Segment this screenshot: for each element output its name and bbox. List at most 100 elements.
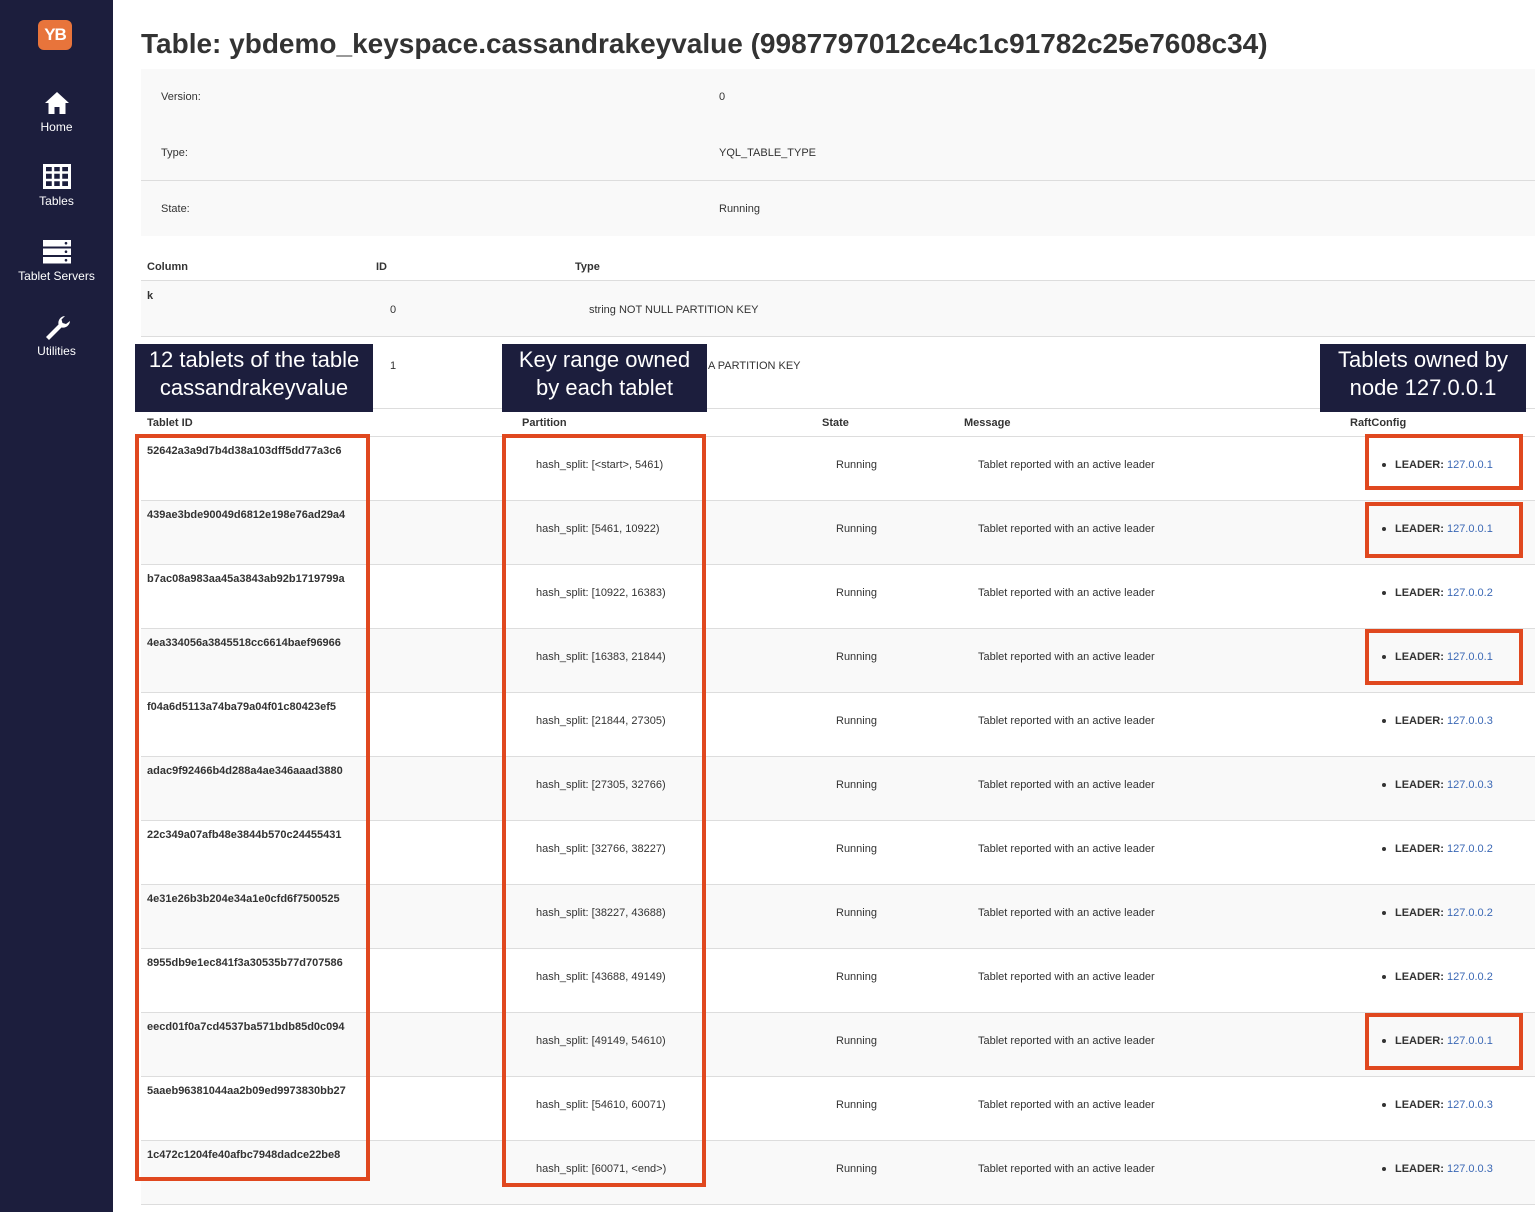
tablet-id: 439ae3bde90049d6812e198e76ad29a4 <box>147 509 346 521</box>
sidebar-item-home[interactable]: Home <box>0 90 113 134</box>
bullet-icon <box>1382 1039 1386 1044</box>
sidebar-item-label: Utilities <box>37 344 76 358</box>
leader-link[interactable]: 127.0.0.2 <box>1447 843 1493 855</box>
leader-label: LEADER: <box>1395 779 1444 791</box>
raft-config: LEADER: 127.0.0.1 <box>1382 1035 1493 1047</box>
tablet-partition: hash_split: [32766, 38227) <box>536 843 666 855</box>
sidebar-item-label: Tablet Servers <box>18 269 95 283</box>
bullet-icon <box>1382 975 1386 980</box>
tablet-partition: hash_split: [21844, 27305) <box>536 715 666 727</box>
tablet-state: Running <box>836 459 877 471</box>
bullet-icon <box>1382 911 1386 916</box>
leader-label: LEADER: <box>1395 971 1444 983</box>
column-header: Tablet ID <box>147 417 193 429</box>
tablets-callout: 12 tablets of the table cassandrakeyvalu… <box>135 344 373 412</box>
tablet-state: Running <box>836 1099 877 1111</box>
tablet-message: Tablet reported with an active leader <box>978 459 1155 471</box>
tablet-id: 52642a3a9d7b4d38a103dff5dd77a3c6 <box>147 445 342 457</box>
tablet-id: eecd01f0a7cd4537ba571bdb85d0c094 <box>147 1021 345 1033</box>
tablet-state: Running <box>836 779 877 791</box>
leader-link[interactable]: 127.0.0.2 <box>1447 907 1493 919</box>
info-row-state: State: Running <box>141 181 1535 236</box>
table-row: adac9f92466b4d288a4ae346aaad3880 hash_spl… <box>141 757 1535 821</box>
tablet-message: Tablet reported with an active leader <box>978 715 1155 727</box>
tablet-id: f04a6d5113a74ba79a04f01c80423ef5 <box>147 701 336 713</box>
tablet-partition: hash_split: [10922, 16383) <box>536 587 666 599</box>
leader-link[interactable]: 127.0.0.3 <box>1447 1163 1493 1175</box>
table-row: 1c472c1204fe40afbc7948dadce22be8 hash_spl… <box>141 1141 1535 1205</box>
sidebar-item-label: Tables <box>39 194 74 208</box>
table-row: 8955db9e1ec841f3a30535b77d707586 hash_spl… <box>141 949 1535 1013</box>
column-header: Message <box>964 417 1011 429</box>
leader-link[interactable]: 127.0.0.3 <box>1447 1099 1493 1111</box>
leader-link[interactable]: 127.0.0.3 <box>1447 779 1493 791</box>
wrench-icon <box>45 316 70 340</box>
bullet-icon <box>1382 1103 1386 1108</box>
info-value: Running <box>719 203 760 215</box>
column-header: RaftConfig <box>1350 417 1407 429</box>
raft-config: LEADER: 127.0.0.1 <box>1382 651 1493 663</box>
table-row: eecd01f0a7cd4537ba571bdb85d0c094 hash_spl… <box>141 1013 1535 1077</box>
table-row: 5aaeb96381044aa2b09ed9973830bb27 hash_spl… <box>141 1077 1535 1141</box>
tablet-partition: hash_split: [16383, 21844) <box>536 651 666 663</box>
raft-config: LEADER: 127.0.0.1 <box>1382 523 1493 535</box>
leader-link[interactable]: 127.0.0.1 <box>1447 523 1493 535</box>
raft-config: LEADER: 127.0.0.2 <box>1382 907 1493 919</box>
bullet-icon <box>1382 463 1386 468</box>
tablet-id: 4e31e26b3b204e34a1e0cfd6f7500525 <box>147 893 340 905</box>
tablet-id: 1c472c1204fe40afbc7948dadce22be8 <box>147 1149 341 1161</box>
leader-label: LEADER: <box>1395 1163 1444 1175</box>
tablet-id: 8955db9e1ec841f3a30535b77d707586 <box>147 957 343 969</box>
table-row: 439ae3bde90049d6812e198e76ad29a4 hash_spl… <box>141 501 1535 565</box>
schema-row: k 0 string NOT NULL PARTITION KEY <box>141 281 1535 337</box>
sidebar-item-utilities[interactable]: Utilities <box>0 314 113 358</box>
bullet-icon <box>1382 847 1386 852</box>
server-icon <box>42 240 71 264</box>
leader-link[interactable]: 127.0.0.2 <box>1447 587 1493 599</box>
tablet-state: Running <box>836 651 877 663</box>
tablet-id: 22c349a07afb48e3844b570c24455431 <box>147 829 342 841</box>
leader-label: LEADER: <box>1395 459 1444 471</box>
node-callout: Tablets owned by node 127.0.0.1 <box>1320 344 1526 412</box>
tablet-id: b7ac08a983aa45a3843ab92b1719799a <box>147 573 345 585</box>
info-label: State: <box>161 203 190 215</box>
leader-link[interactable]: 127.0.0.1 <box>1447 1035 1493 1047</box>
leader-label: LEADER: <box>1395 1099 1444 1111</box>
info-value: YQL_TABLE_TYPE <box>719 147 817 159</box>
schema-type: string NOT NULL PARTITION KEY <box>589 304 759 316</box>
tablet-message: Tablet reported with an active leader <box>978 1163 1155 1175</box>
home-icon <box>44 92 69 114</box>
sidebar-item-tables[interactable]: Tables <box>0 164 113 208</box>
bullet-icon <box>1382 1167 1386 1172</box>
sidebar: YB Home Tables Tablet Servers Utilities <box>0 0 113 1212</box>
leader-link[interactable]: 127.0.0.1 <box>1447 651 1493 663</box>
column-header: Partition <box>522 417 567 429</box>
callout-line: by each tablet <box>536 375 673 400</box>
callout-line: cassandrakeyvalue <box>159 375 349 400</box>
leader-label: LEADER: <box>1395 1035 1444 1047</box>
table-row: f04a6d5113a74ba79a04f01c80423ef5 hash_spl… <box>141 693 1535 757</box>
tablet-message: Tablet reported with an active leader <box>978 779 1155 791</box>
page-title: Table: ybdemo_keyspace.cassandrakeyvalue… <box>141 28 1268 59</box>
raft-config: LEADER: 127.0.0.2 <box>1382 587 1493 599</box>
info-label: Version: <box>161 91 201 103</box>
tablet-state: Running <box>836 843 877 855</box>
sidebar-item-tablet-servers[interactable]: Tablet Servers <box>0 239 113 283</box>
bullet-icon <box>1382 783 1386 788</box>
raft-config: LEADER: 127.0.0.3 <box>1382 715 1493 727</box>
yugabyte-logo[interactable]: YB <box>38 20 72 50</box>
leader-label: LEADER: <box>1395 651 1444 663</box>
tablet-message: Tablet reported with an active leader <box>978 1035 1155 1047</box>
info-row-type: Type: YQL_TABLE_TYPE <box>141 125 1535 181</box>
tablet-partition: hash_split: [43688, 49149) <box>536 971 666 983</box>
leader-link[interactable]: 127.0.0.2 <box>1447 971 1493 983</box>
leader-link[interactable]: 127.0.0.3 <box>1447 715 1493 727</box>
leader-link[interactable]: 127.0.0.1 <box>1447 459 1493 471</box>
table-row: 4ea334056a3845518cc6614baef96966 hash_spl… <box>141 629 1535 693</box>
tablet-state: Running <box>836 523 877 535</box>
tablet-message: Tablet reported with an active leader <box>978 971 1155 983</box>
column-header: State <box>822 417 849 429</box>
tablet-message: Tablet reported with an active leader <box>978 587 1155 599</box>
tablet-id: adac9f92466b4d288a4ae346aaad3880 <box>147 765 343 777</box>
tablet-partition: hash_split: [5461, 10922) <box>536 523 660 535</box>
